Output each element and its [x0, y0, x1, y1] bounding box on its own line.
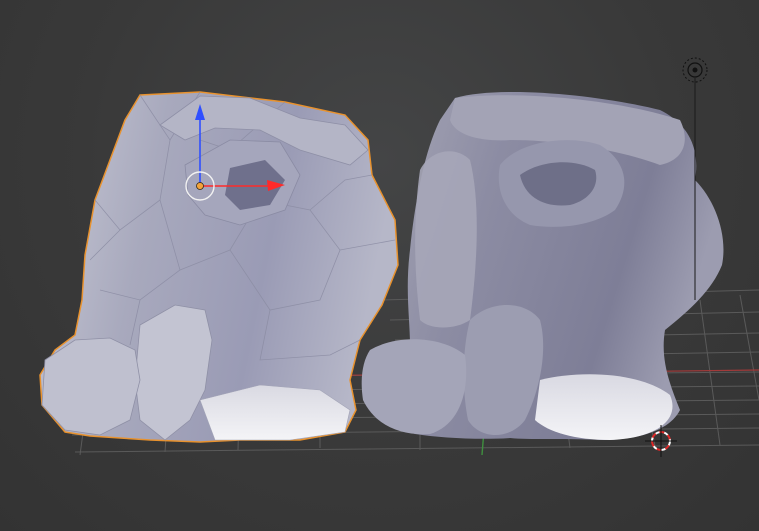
left-faceted-mesh[interactable] [39, 91, 399, 443]
right-smooth-mesh[interactable] [361, 91, 724, 440]
3d-viewport[interactable] [0, 0, 759, 531]
object-origin-pivot [196, 182, 204, 190]
